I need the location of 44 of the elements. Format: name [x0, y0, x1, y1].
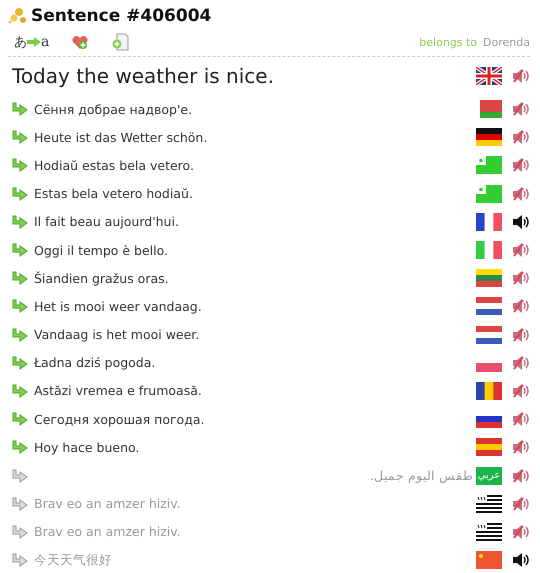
muted-speaker-icon[interactable] [512, 354, 530, 371]
muted-speaker-icon[interactable] [512, 524, 530, 540]
muted-speaker-icon[interactable] [512, 382, 530, 399]
translation-text: Il fait beau aujourd'hui. [34, 214, 180, 230]
muted-speaker-icon[interactable] [512, 242, 530, 258]
document-add-icon[interactable] [111, 33, 130, 51]
translation-text: Brav eo an amzer hiziv. [34, 496, 182, 512]
translation-text: Сегодня хорошая погода. [34, 412, 206, 427]
translation-text: Šiandien gražus oras. [34, 270, 170, 286]
translation-text: طقس اليوم جميل. [369, 468, 473, 484]
sentence-title: Sentence #406004 [31, 6, 212, 26]
favorite-add-icon[interactable] [71, 34, 90, 50]
muted-speaker-icon[interactable] [512, 496, 530, 512]
translation-text: Ładna dziś pogoda. [34, 355, 156, 370]
translation-text: Astăzi vremea e frumoasă. [34, 383, 203, 398]
translation-text: 今天天气很好 [34, 552, 113, 569]
translation-text: Hoy hace bueno. [34, 440, 140, 455]
muted-speaker-icon[interactable] [512, 411, 530, 428]
arrow-icon [27, 37, 41, 47]
language-flag: عربي [476, 466, 502, 485]
translation-text: Estas bela vetero hodiaŭ. [34, 186, 194, 202]
muted-speaker-icon[interactable] [512, 439, 530, 456]
muted-speaker-icon[interactable] [512, 157, 530, 174]
muted-speaker-icon[interactable] [512, 468, 530, 484]
muted-speaker-icon[interactable] [512, 298, 530, 314]
muted-speaker-icon[interactable] [512, 186, 530, 202]
dots-logo-icon [8, 7, 28, 25]
translation-text: Сёння добрае надвор'е. [34, 102, 194, 117]
muted-speaker-icon[interactable] [512, 270, 530, 286]
translation-text: Heute ist das Wetter schön. [34, 130, 208, 145]
translate-button[interactable]: あ a [14, 33, 50, 51]
translation-text: Vandaag is het mooi weer. [34, 327, 200, 342]
speaker-icon[interactable] [512, 552, 530, 568]
muted-speaker-icon[interactable] [512, 326, 530, 343]
muted-speaker-icon[interactable] [512, 129, 530, 146]
translation-text: Oggi il tempo è bello. [34, 242, 170, 258]
main-sentence: Today the weather is nice. [12, 64, 275, 88]
muted-speaker-icon[interactable] [512, 101, 530, 118]
belongs-to-label: belongs to [419, 36, 478, 48]
translation-text: Het is mooi weer vandaag. [34, 298, 203, 314]
muted-speaker-icon[interactable] [512, 68, 530, 84]
speaker-icon[interactable] [512, 214, 530, 230]
translation-text: Hodiaŭ estas bela vetero. [34, 158, 195, 173]
translation-text: Brav eo an amzer hiziv. [34, 524, 182, 540]
